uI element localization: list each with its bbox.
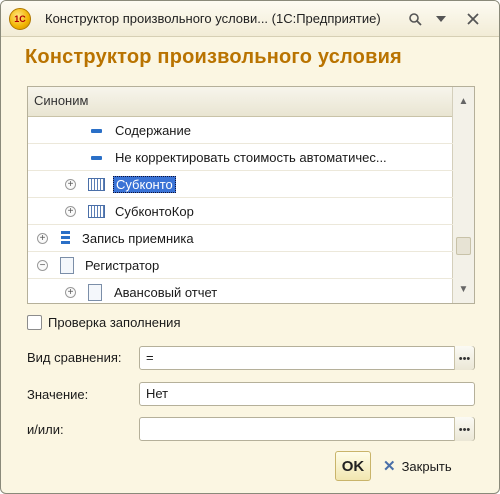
page-title: Конструктор произвольного условия [25, 46, 402, 68]
tree-row[interactable]: Содержание [28, 117, 453, 144]
tree-row-label: Субконто [113, 175, 176, 193]
value-value: Нет [146, 386, 169, 401]
window-title: Конструктор произвольного услови... (1С:… [45, 11, 381, 26]
close-icon: ✕ [383, 458, 396, 475]
tree-row[interactable]: + Запись приемника [28, 225, 453, 252]
check-fill-checkbox[interactable] [27, 315, 42, 330]
check-fill-row[interactable]: Проверка заполнения [27, 315, 181, 330]
collapse-icon[interactable]: − [37, 259, 48, 271]
tree-row-label: Авансовый отчет [114, 284, 218, 300]
title-bar: 1С Конструктор произвольного услови... (… [1, 1, 499, 37]
dropdown-arrow-icon[interactable] [431, 9, 451, 29]
comparison-select-button[interactable]: ••• [454, 346, 474, 370]
document-icon [60, 256, 74, 274]
andor-field[interactable]: ••• [139, 417, 475, 441]
andor-select-button[interactable]: ••• [454, 417, 474, 441]
table-icon [88, 177, 105, 191]
tree-rows: Содержание Не корректировать стоимость а… [28, 117, 453, 303]
tree-row[interactable]: + СубконтоКор [28, 198, 453, 225]
close-button[interactable]: ✕ Закрыть [383, 457, 452, 475]
check-fill-label: Проверка заполнения [48, 315, 181, 330]
tree-row-label: Содержание [115, 122, 191, 138]
table-icon [88, 204, 105, 218]
tree-row-label: СубконтоКор [115, 203, 194, 219]
tree-scrollbar[interactable]: ▲ ▼ [452, 87, 474, 303]
close-button-label: Закрыть [401, 458, 452, 474]
ok-button[interactable]: OK [335, 451, 371, 481]
stack-icon [61, 231, 70, 245]
tree-row-label: Не корректировать стоимость автоматичес.… [115, 149, 387, 165]
value-label: Значение: [27, 387, 89, 402]
tree-row[interactable]: Не корректировать стоимость автоматичес.… [28, 144, 453, 171]
tree-row[interactable]: + Авансовый отчет [28, 279, 453, 303]
expand-icon[interactable]: + [37, 232, 48, 244]
comparison-label: Вид сравнения: [27, 350, 122, 365]
dash-icon [91, 156, 102, 160]
document-icon [88, 283, 102, 301]
value-field[interactable]: Нет [139, 382, 475, 406]
search-icon[interactable] [405, 9, 425, 29]
tree-row[interactable]: − Регистратор [28, 252, 453, 279]
scroll-thumb[interactable] [456, 237, 471, 255]
scroll-down-icon[interactable]: ▼ [455, 279, 472, 299]
tree-row-label: Регистратор [85, 257, 160, 273]
tree-column-header[interactable]: Синоним [28, 87, 453, 117]
comparison-field[interactable]: = ••• [139, 346, 475, 370]
comparison-value: = [146, 350, 154, 365]
app-logo-icon[interactable]: 1С [9, 8, 31, 30]
andor-label: и/или: [27, 422, 64, 437]
tree-row-label: Запись приемника [82, 230, 194, 246]
tree-row[interactable]: + Субконто [28, 171, 453, 198]
dash-icon [91, 129, 102, 133]
expand-icon[interactable]: + [65, 286, 76, 298]
close-window-icon[interactable] [463, 9, 483, 29]
dialog-window: 1С Конструктор произвольного услови... (… [0, 0, 500, 494]
scroll-up-icon[interactable]: ▲ [455, 91, 472, 111]
fields-tree[interactable]: Синоним ▲ ▼ Содержание Не корректировать… [27, 86, 475, 304]
expand-icon[interactable]: + [65, 178, 76, 190]
expand-icon[interactable]: + [65, 205, 76, 217]
